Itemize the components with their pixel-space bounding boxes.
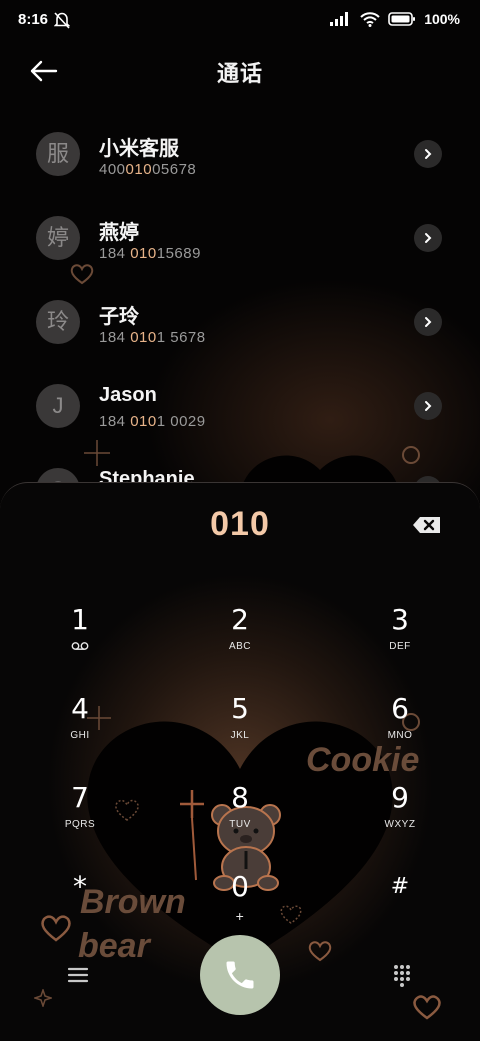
chevron-right-icon [425,317,432,327]
key-2[interactable]: 2 ABC [180,603,300,679]
dialpad-icon[interactable] [390,963,414,987]
sparkle-icon [84,440,110,466]
key-digit: 0 [231,870,249,903]
key-5[interactable]: 5 JKL [180,692,300,768]
key-letters: PQRS [64,819,96,830]
page-title: 通话 [216,61,263,86]
key-digit: 8 [231,781,249,814]
key-letters: WXYZ [384,819,416,830]
contact-row[interactable]: 玲 子玲 184 0101 5678 [0,280,480,364]
contact-detail-button[interactable] [414,224,442,252]
key-letters: GHI [70,730,90,741]
key-digit: 4 [71,692,89,725]
key-digit: 9 [391,781,409,814]
key-digit: 1 [71,603,89,636]
call-button[interactable] [200,935,280,1015]
key-digit: 5 [231,692,249,725]
key-letters [20,908,140,922]
voicemail-icon [20,641,140,655]
key-digit: 2 [231,603,249,636]
chevron-right-icon [425,233,432,243]
avatar: J [36,384,80,428]
contact-number: 184 0101 0029 [99,413,206,430]
heart-outline-icon [70,264,94,285]
contact-number: 40001005678 [99,161,197,178]
key-digit: # [390,874,410,899]
key-7[interactable]: 7 PQRS [20,781,140,857]
battery-icon [388,12,416,26]
contact-name: 子玲 [99,306,139,328]
contact-list: 服 小米客服 40001005678 婷 燕婷 184 01015689 玲 子… [0,112,480,484]
contact-row[interactable]: 服 小米客服 40001005678 [0,112,480,196]
key-letters [340,908,460,922]
signal-icon [330,12,349,26]
avatar: 服 [36,132,80,176]
dialed-number: 010 [210,505,270,543]
key-6[interactable]: 6 MNO [340,692,460,768]
key-letters: DEF [389,641,411,652]
chevron-right-icon [425,401,432,411]
key-digit: 3 [391,603,409,636]
contact-detail-button[interactable] [414,140,442,168]
chevron-right-icon [425,149,432,159]
key-star[interactable]: * [20,870,140,946]
phone-icon [226,961,254,989]
heart-outline-icon [413,995,441,1020]
contact-number: 184 01015689 [99,245,201,262]
key-digit: * [73,870,87,903]
key-digit: 6 [391,692,409,725]
key-letters: ABC [228,641,252,652]
key-letters: JKL [230,730,250,741]
key-letters: + [235,908,245,924]
heart-outline-icon [308,941,332,962]
key-letters: TUV [229,819,251,830]
contact-name: 燕婷 [99,222,139,244]
page-header: 通话 [0,48,480,94]
key-letters: MNO [387,730,413,741]
key-1[interactable]: 1 [20,603,140,679]
dialer-panel: Cookie Brown bear 010 1 2 ABC 3 DEF 4 GH… [0,482,480,1041]
wifi-icon [360,11,380,27]
silent-bell-icon [54,12,70,29]
contact-row[interactable]: J Jason 184 0101 0029 [0,364,480,448]
key-hash[interactable]: # [340,870,460,946]
contact-name: Jason [99,384,157,406]
battery-percent: 100% [424,11,460,27]
backspace-icon[interactable] [410,513,444,537]
menu-icon[interactable] [66,963,90,987]
key-8[interactable]: 8 TUV [180,781,300,857]
key-3[interactable]: 3 DEF [340,603,460,679]
contact-detail-button[interactable] [414,392,442,420]
key-digit: 7 [71,781,89,814]
ring-decoration-icon [402,446,420,464]
contact-number: 184 0101 5678 [99,329,206,346]
status-time: 8:16 [18,11,49,28]
contact-detail-button[interactable] [414,308,442,336]
avatar: 婷 [36,216,80,260]
sparkle-icon [34,989,52,1007]
key-9[interactable]: 9 WXYZ [340,781,460,857]
status-bar: 8:16 100% [0,0,480,42]
contact-name: 小米客服 [99,138,179,160]
key-4[interactable]: 4 GHI [20,692,140,768]
avatar: 玲 [36,300,80,344]
